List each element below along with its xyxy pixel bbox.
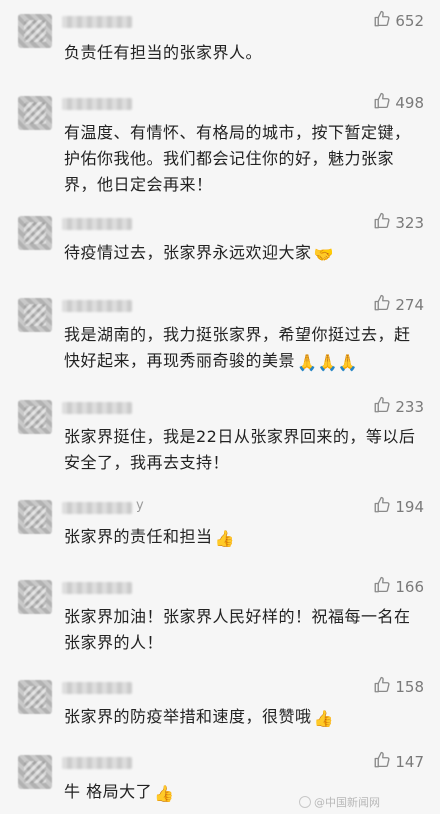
like-count: 498 [395, 94, 424, 112]
thumbs-up-icon [373, 212, 391, 234]
comment-text: 张家界加油！张家界人民好样的！祝福每一名在张家界的人！ [64, 604, 426, 656]
comment-body: 待疫情过去，张家界永远欢迎大家 [64, 243, 312, 262]
comment-text: 张家界的防疫举措和速度，很赞哦 👍 [64, 704, 426, 732]
thumbs-up-icon [373, 10, 391, 32]
avatar[interactable] [18, 400, 52, 434]
avatar[interactable] [18, 580, 52, 614]
avatar[interactable] [18, 14, 52, 48]
username-blurred[interactable] [62, 300, 132, 312]
comment-body: 有温度、有情怀、有格局的城市，按下暂定键，护佑你我他。我们都会记住你的好，魅力张… [64, 123, 411, 194]
comment-text: 有温度、有情怀、有格局的城市，按下暂定键，护佑你我他。我们都会记住你的好，魅力张… [64, 120, 426, 198]
avatar[interactable] [18, 680, 52, 714]
like-count: 652 [395, 12, 424, 30]
like-button[interactable]: 233 [373, 396, 424, 418]
username-blurred[interactable] [62, 502, 132, 514]
emoji: 👍 [313, 709, 334, 728]
like-count: 147 [395, 753, 424, 771]
like-count: 274 [395, 296, 424, 314]
emoji: 👍 [154, 784, 175, 803]
emoji: 👍 [214, 529, 235, 548]
like-button[interactable]: 323 [373, 212, 424, 234]
like-button[interactable]: 652 [373, 10, 424, 32]
username-blurred[interactable] [62, 218, 132, 230]
avatar[interactable] [18, 298, 52, 332]
thumbs-up-icon [373, 576, 391, 598]
emoji: 🤝 [313, 245, 334, 264]
comment-text: 张家界的责任和担当 👍 [64, 524, 426, 552]
username-blurred[interactable] [62, 16, 132, 28]
weibo-logo-icon [299, 796, 311, 808]
thumbs-up-icon [373, 751, 391, 773]
avatar[interactable] [18, 216, 52, 250]
thumbs-up-icon [373, 496, 391, 518]
like-count: 233 [395, 398, 424, 416]
like-button[interactable]: 194 [373, 496, 424, 518]
comment-text: 我是湖南的，我力挺张家界，希望你挺过去，赶快好起来，再现秀丽奇骏的美景 🙏🙏🙏 [64, 322, 426, 376]
comment-body: 我是湖南的，我力挺张家界，希望你挺过去，赶快好起来，再现秀丽奇骏的美景 [64, 325, 411, 370]
comment-text: 张家界挺住，我是22日从张家界回来的，等以后安全了，我再去支持！ [64, 424, 426, 476]
avatar[interactable] [18, 500, 52, 534]
comment-text: 负责任有担当的张家界人。 [64, 40, 426, 66]
like-button[interactable]: 498 [373, 92, 424, 114]
username-blurred[interactable] [62, 757, 132, 769]
username-tail: y [136, 498, 144, 513]
comment-text: 待疫情过去，张家界永远欢迎大家 🤝 [64, 240, 426, 268]
thumbs-up-icon [373, 676, 391, 698]
like-count: 166 [395, 578, 424, 596]
comment-body: 张家界挺住，我是22日从张家界回来的，等以后安全了，我再去支持！ [64, 427, 416, 472]
comment-body: 张家界的责任和担当 [64, 527, 213, 546]
username-blurred[interactable] [62, 582, 132, 594]
thumbs-up-icon [373, 294, 391, 316]
username-blurred[interactable] [62, 402, 132, 414]
comment-body: 牛 格局大了 [64, 782, 153, 801]
comment-body: 张家界加油！张家界人民好样的！祝福每一名在张家界的人！ [64, 607, 411, 652]
like-button[interactable]: 274 [373, 294, 424, 316]
comment-body: 张家界的防疫举措和速度，很赞哦 [64, 707, 312, 726]
like-count: 194 [395, 498, 424, 516]
like-count: 158 [395, 678, 424, 696]
thumbs-up-icon [373, 92, 391, 114]
username-blurred[interactable] [62, 682, 132, 694]
like-button[interactable]: 158 [373, 676, 424, 698]
like-count: 323 [395, 214, 424, 232]
emoji: 🙏🙏🙏 [297, 353, 359, 372]
thumbs-up-icon [373, 396, 391, 418]
avatar[interactable] [18, 755, 52, 789]
comment-body: 负责任有担当的张家界人。 [64, 43, 263, 62]
watermark: @中国新闻网 [299, 794, 380, 810]
avatar[interactable] [18, 96, 52, 130]
like-button[interactable]: 166 [373, 576, 424, 598]
username-blurred[interactable] [62, 98, 132, 110]
watermark-text: @中国新闻网 [314, 796, 380, 809]
like-button[interactable]: 147 [373, 751, 424, 773]
